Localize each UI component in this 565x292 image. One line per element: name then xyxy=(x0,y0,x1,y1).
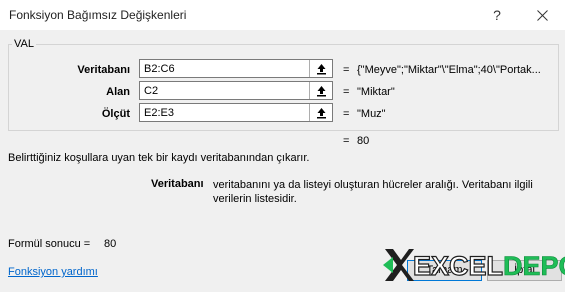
formula-result-value: 80 xyxy=(104,238,117,250)
field-input[interactable]: C2 xyxy=(139,81,333,100)
formula-result-label: Formül sonucu = xyxy=(8,238,91,250)
arg-eq-criteria: = xyxy=(343,108,350,120)
help-button[interactable]: ? xyxy=(474,0,520,30)
database-ref-button[interactable] xyxy=(309,60,332,77)
collapse-dialog-arrow-icon xyxy=(316,63,326,74)
database-input[interactable]: B2:C6 xyxy=(139,59,333,78)
field-ref-button[interactable] xyxy=(309,82,332,99)
criteria-input-value: E2:E3 xyxy=(144,107,174,119)
criteria-input[interactable]: E2:E3 xyxy=(139,103,333,122)
overall-eq: = xyxy=(343,135,350,147)
arg-help-text: veritabanını ya da listeyi oluşturan hüc… xyxy=(213,179,533,205)
logo-text-excel: EXCEL xyxy=(412,250,504,281)
function-help-link[interactable]: Fonksiyon yardımı xyxy=(8,266,98,278)
arg-label-criteria: Ölçüt xyxy=(101,108,130,120)
field-input-value: C2 xyxy=(144,85,159,97)
function-description: Belirttiğiniz koşullara uyan tek bir kay… xyxy=(8,152,310,164)
collapse-dialog-arrow-icon xyxy=(316,107,326,118)
overall-result: 80 xyxy=(357,135,370,147)
criteria-ref-button[interactable] xyxy=(309,104,332,121)
function-name: VAL xyxy=(12,38,36,50)
title-bar: Fonksiyon Bağımsız Değişkenleri ? xyxy=(0,0,565,30)
database-input-value: B2:C6 xyxy=(144,63,175,75)
close-icon xyxy=(536,9,548,21)
arg-result-criteria: "Muz" xyxy=(357,108,386,120)
logo-wordmark: EXCELDEPO xyxy=(412,250,565,282)
window-title: Fonksiyon Bağımsız Değişkenleri xyxy=(9,8,187,22)
arg-eq-field: = xyxy=(343,86,350,98)
logo-x-icon xyxy=(383,249,414,281)
excel-depo-logo: EXCELDEPO xyxy=(383,245,565,285)
arg-eq-database: = xyxy=(343,64,350,76)
arg-result-database: {"Meyve";"Miktar"\"Elma";40\"Portak... xyxy=(357,64,541,76)
logo-text-depo: DEPO xyxy=(503,251,565,282)
arg-result-field: "Miktar" xyxy=(357,86,395,98)
arg-label-field: Alan xyxy=(106,86,130,98)
arg-label-database: Veritabanı xyxy=(77,64,130,76)
close-button[interactable] xyxy=(519,0,565,30)
arg-help-name: Veritabanı xyxy=(151,178,204,190)
collapse-dialog-arrow-icon xyxy=(316,85,326,96)
